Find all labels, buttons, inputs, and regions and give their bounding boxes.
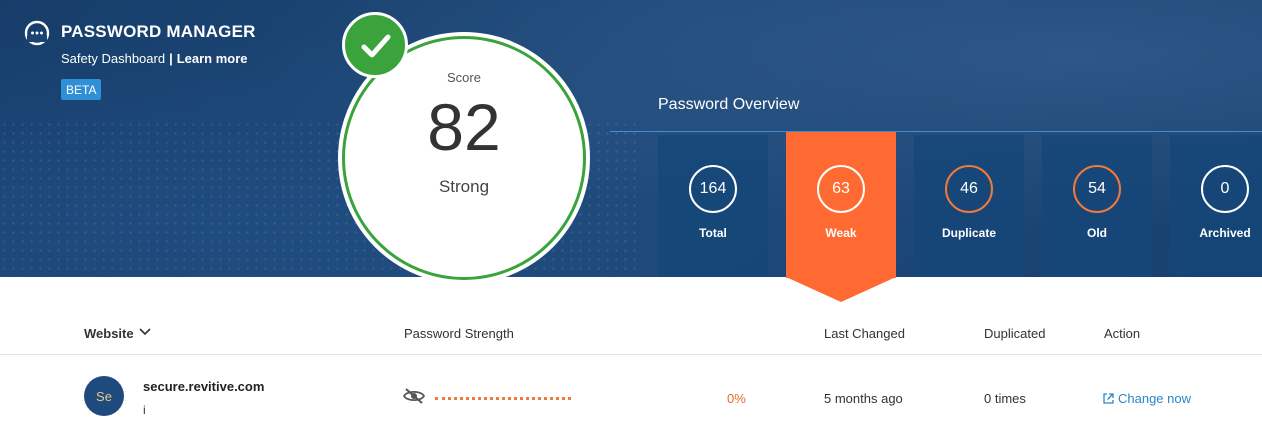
password-overview-title: Password Overview	[658, 96, 800, 113]
subtitle-separator: |	[169, 51, 173, 66]
tile-count: 164	[689, 165, 737, 213]
tile-count: 46	[945, 165, 993, 213]
change-now-link[interactable]: Change now	[1103, 391, 1191, 406]
column-action: Action	[1104, 326, 1141, 341]
overview-tile-old[interactable]: 54 Old	[1042, 135, 1152, 277]
active-tile-pointer	[786, 277, 896, 302]
duplicated-value: 0 times	[984, 391, 1026, 406]
password-strength-meter	[435, 397, 571, 400]
overview-divider	[610, 131, 1262, 132]
tile-label: Old	[1087, 226, 1107, 240]
password-strength-percent: 0%	[727, 391, 746, 406]
tile-label: Archived	[1199, 226, 1251, 240]
tile-label: Weak	[825, 226, 857, 240]
learn-more-link[interactable]: Learn more	[177, 51, 248, 66]
table-row: Se secure.revitive.com i 0% 5 months ago…	[0, 356, 1262, 438]
beta-badge: BETA	[61, 79, 102, 100]
checkmark-icon	[361, 34, 391, 58]
subtitle-text: Safety Dashboard	[61, 51, 166, 66]
overview-tile-weak[interactable]: 63 Weak	[786, 132, 896, 278]
overview-tile-total[interactable]: 164 Total	[658, 135, 768, 277]
external-link-icon	[1103, 393, 1114, 404]
column-website-label: Website	[84, 326, 134, 341]
tile-label: Total	[699, 226, 727, 240]
chevron-down-icon	[139, 328, 151, 336]
column-password-strength: Password Strength	[404, 326, 514, 341]
overview-tile-archived[interactable]: 0 Archived	[1170, 135, 1262, 277]
tile-label: Duplicate	[941, 226, 996, 240]
change-now-label: Change now	[1118, 391, 1191, 406]
app-subtitle: Safety Dashboard | Learn more	[61, 51, 248, 66]
score-status: Strong	[438, 177, 490, 196]
table-header: Website Password Strength Last Changed D…	[0, 313, 1262, 355]
site-name: secure.revitive.com	[143, 379, 265, 394]
password-manager-logo-icon	[24, 20, 50, 46]
tile-count: 63	[817, 165, 865, 213]
site-username: i	[143, 403, 146, 417]
column-last-changed: Last Changed	[824, 326, 905, 341]
tile-count: 0	[1201, 165, 1249, 213]
app-title: PASSWORD MANAGER	[61, 22, 256, 41]
column-duplicated: Duplicated	[984, 326, 1046, 341]
score-value: 82	[427, 90, 501, 164]
tile-count: 54	[1073, 165, 1121, 213]
hidden-password-eye-icon[interactable]	[403, 388, 425, 404]
overview-tile-duplicate[interactable]: 46 Duplicate	[914, 135, 1024, 277]
checkmark-badge	[342, 12, 408, 78]
last-changed-value: 5 months ago	[824, 391, 903, 406]
column-website-sort[interactable]: Website	[84, 326, 151, 341]
site-avatar: Se	[84, 376, 124, 416]
